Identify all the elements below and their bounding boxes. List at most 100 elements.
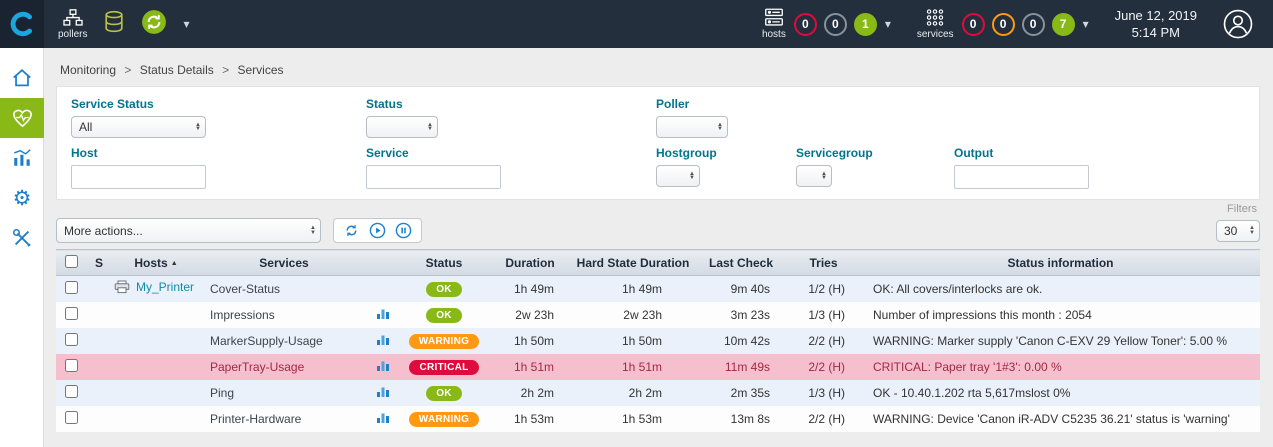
- row-checkbox[interactable]: [65, 333, 78, 346]
- tries-cell: 2/2 (H): [786, 328, 861, 354]
- user-profile-button[interactable]: [1223, 9, 1253, 39]
- row-checkbox[interactable]: [65, 385, 78, 398]
- status-information-cell: CRITICAL: Paper tray '1#3': 0.00 %: [861, 354, 1260, 380]
- chevron-down-icon[interactable]: ▾: [885, 17, 891, 31]
- hosts-status-group: hosts 001 ▾: [762, 8, 891, 40]
- status-cell: OK: [398, 276, 490, 302]
- sidebar-item-home[interactable]: [0, 58, 44, 98]
- row-checkbox[interactable]: [65, 411, 78, 424]
- services-menu[interactable]: services: [917, 8, 954, 40]
- header-duration[interactable]: Duration: [490, 250, 570, 276]
- services-counter[interactable]: 0: [1022, 13, 1045, 36]
- row-checkbox[interactable]: [65, 359, 78, 372]
- service-cell: Printer-Hardware: [200, 406, 368, 432]
- select-arrows-icon: ▲▼: [310, 226, 316, 235]
- servicegroup-select[interactable]: ▲▼: [796, 165, 832, 187]
- host-input[interactable]: [71, 165, 206, 189]
- sidebar-item-administration[interactable]: [0, 218, 44, 258]
- host-cell: [112, 328, 200, 354]
- services-table: S Hosts▲ Services Status Duration Hard S…: [56, 249, 1260, 432]
- pollers-menu[interactable]: pollers: [58, 9, 87, 40]
- host-link[interactable]: My_Printer: [114, 280, 194, 294]
- host-link[interactable]: [114, 332, 136, 346]
- duration-cell: 1h 49m: [490, 276, 570, 302]
- service-link[interactable]: Printer-Hardware: [210, 412, 301, 426]
- service-input[interactable]: [366, 165, 501, 189]
- hosts-counter[interactable]: 0: [824, 13, 847, 36]
- header-hard-state-duration[interactable]: Hard State Duration: [570, 250, 696, 276]
- service-status-select[interactable]: All ▲▼: [71, 116, 206, 138]
- play-button[interactable]: [369, 222, 386, 239]
- page-size-select[interactable]: 30 ▲▼: [1216, 220, 1260, 242]
- poller-select[interactable]: ▲▼: [656, 116, 728, 138]
- graph-cell: [368, 406, 398, 432]
- graph-icon[interactable]: [376, 410, 390, 424]
- service-link[interactable]: PaperTray-Usage: [210, 360, 304, 374]
- header-status[interactable]: Status: [398, 250, 490, 276]
- graph-icon[interactable]: [376, 358, 390, 372]
- status-badge: OK: [426, 282, 462, 297]
- services-counter[interactable]: 7: [1052, 13, 1075, 36]
- host-link[interactable]: [114, 306, 136, 320]
- header-status-information[interactable]: Status information: [861, 250, 1260, 276]
- table-row[interactable]: PaperTray-Usage CRITICAL 1h 51m 1h 51m 1…: [56, 354, 1260, 380]
- service-link[interactable]: MarkerSupply-Usage: [210, 334, 323, 348]
- sidebar-item-configuration[interactable]: ⚙: [0, 178, 44, 218]
- refresh-button[interactable]: [343, 222, 360, 239]
- graph-icon[interactable]: [376, 306, 390, 320]
- row-checkbox[interactable]: [65, 281, 78, 294]
- hosts-counter[interactable]: 1: [854, 13, 877, 36]
- row-select-cell: [56, 328, 86, 354]
- hostgroup-select[interactable]: ▲▼: [656, 165, 700, 187]
- host-link[interactable]: [114, 410, 136, 424]
- host-name: My_Printer: [136, 280, 194, 294]
- output-label: Output: [954, 146, 1245, 160]
- sidebar-item-monitoring[interactable]: [0, 98, 44, 138]
- service-link[interactable]: Cover-Status: [210, 282, 280, 296]
- header-severity[interactable]: S: [86, 250, 112, 276]
- status-information-cell: OK: All covers/interlocks are ok.: [861, 276, 1260, 302]
- service-link[interactable]: Ping: [210, 386, 234, 400]
- services-counter[interactable]: 0: [992, 13, 1015, 36]
- graph-icon[interactable]: [376, 332, 390, 346]
- hosts-menu[interactable]: hosts: [762, 8, 786, 40]
- table-row[interactable]: Ping OK 2h 2m 2h 2m 2m 35s 1/3 (H) OK - …: [56, 380, 1260, 406]
- chevron-down-icon[interactable]: ▾: [183, 17, 189, 31]
- heart-pulse-icon: [11, 107, 34, 130]
- row-checkbox[interactable]: [65, 307, 78, 320]
- header-services[interactable]: Services: [200, 250, 368, 276]
- table-row[interactable]: Printer-Hardware WARNING 1h 53m 1h 53m 1…: [56, 406, 1260, 432]
- breadcrumb-monitoring[interactable]: Monitoring: [60, 63, 116, 77]
- header-last-check[interactable]: Last Check: [696, 250, 786, 276]
- centreon-logo[interactable]: [0, 0, 44, 48]
- severity-cell: [86, 302, 112, 328]
- service-link[interactable]: Impressions: [210, 308, 275, 322]
- table-row[interactable]: Impressions OK 2w 23h 2w 23h 3m 23s 1/3 …: [56, 302, 1260, 328]
- host-link[interactable]: [114, 358, 136, 372]
- poller-state-icon[interactable]: [141, 9, 167, 40]
- status-badge: WARNING: [409, 412, 479, 427]
- output-input[interactable]: [954, 165, 1089, 189]
- header-tries[interactable]: Tries: [786, 250, 861, 276]
- main-content: Monitoring > Status Details > Services S…: [44, 48, 1273, 447]
- tries-cell: 1/3 (H): [786, 380, 861, 406]
- header-hosts[interactable]: Hosts▲: [112, 250, 200, 276]
- table-row[interactable]: MarkerSupply-Usage WARNING 1h 50m 1h 50m…: [56, 328, 1260, 354]
- services-counter[interactable]: 0: [962, 13, 985, 36]
- poller-label: Poller: [656, 97, 1245, 111]
- row-select-cell: [56, 354, 86, 380]
- chevron-down-icon[interactable]: ▾: [1083, 17, 1089, 31]
- hosts-counter[interactable]: 0: [794, 13, 817, 36]
- pause-button[interactable]: [395, 222, 412, 239]
- sidebar-item-reporting[interactable]: [0, 138, 44, 178]
- status-select[interactable]: ▲▼: [366, 116, 438, 138]
- breadcrumb-status-details[interactable]: Status Details: [140, 63, 214, 77]
- graph-icon[interactable]: [376, 384, 390, 398]
- service-cell: Impressions: [200, 302, 368, 328]
- more-actions-select[interactable]: More actions... ▲▼: [56, 218, 321, 243]
- breadcrumb-services[interactable]: Services: [237, 63, 283, 77]
- poller-database-icon[interactable]: [103, 10, 125, 39]
- select-all-checkbox[interactable]: [65, 255, 78, 268]
- table-row[interactable]: My_Printer Cover-Status OK 1h 49m 1h 49m…: [56, 276, 1260, 302]
- host-link[interactable]: [114, 384, 136, 398]
